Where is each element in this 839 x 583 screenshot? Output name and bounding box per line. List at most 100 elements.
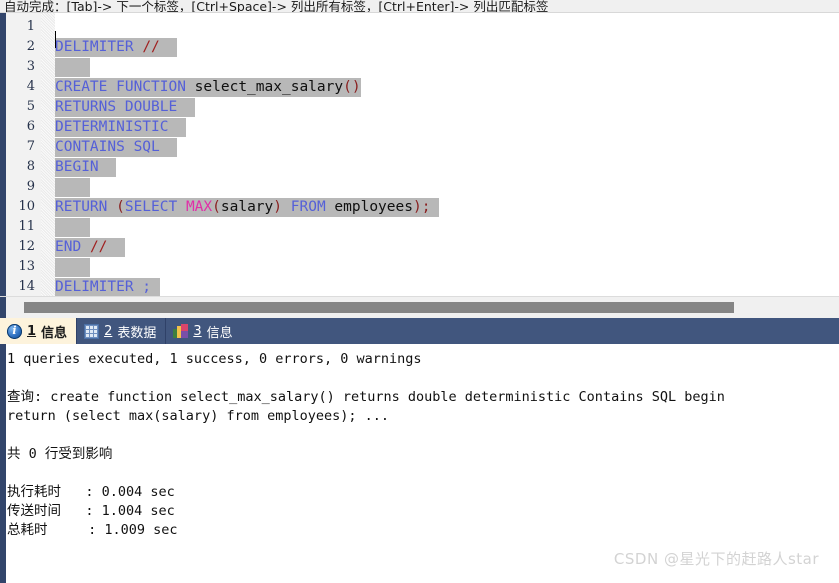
results-blank-line bbox=[7, 369, 839, 388]
results-tab-strip[interactable]: 1信息2表数据3信息 bbox=[0, 318, 839, 344]
tab-label: 信息 bbox=[206, 325, 233, 341]
selected-code-span: BEGIN bbox=[55, 158, 117, 177]
code-text-area[interactable]: DELIMITER // CREATE FUNCTION select_max_… bbox=[55, 13, 839, 296]
tab-number: 1 bbox=[27, 323, 37, 339]
scrollbar-thumb[interactable] bbox=[24, 302, 734, 313]
code-token: RETURN bbox=[55, 199, 117, 215]
code-line: CONTAINS SQL bbox=[55, 137, 178, 157]
code-line bbox=[55, 257, 90, 277]
results-blank-line bbox=[7, 464, 839, 483]
selected-code-span: DETERMINISTIC bbox=[55, 118, 186, 137]
code-token: DELIMITER bbox=[55, 39, 134, 55]
chart-icon bbox=[173, 323, 189, 339]
results-line: 执行耗时 : 0.004 sec bbox=[7, 484, 175, 500]
selected-code-span bbox=[55, 58, 90, 77]
code-fold-gutter[interactable] bbox=[41, 13, 94, 296]
code-token: // bbox=[89, 239, 108, 255]
results-line: 传送时间 : 1.004 sec bbox=[7, 503, 175, 519]
results-line: 共 0 行受到影响 bbox=[7, 446, 113, 462]
tab-3-chart[interactable]: 3 信息 bbox=[166, 318, 242, 344]
grid-icon bbox=[84, 323, 100, 339]
line-number: 5 bbox=[26, 99, 35, 114]
code-token: BEGIN bbox=[55, 159, 99, 175]
results-line: 总耗时 : 1.009 sec bbox=[7, 522, 178, 538]
code-token: END bbox=[55, 239, 82, 255]
line-number: 14 bbox=[18, 279, 35, 294]
code-token: ); bbox=[412, 199, 431, 215]
code-token: select_max_salary bbox=[185, 79, 344, 95]
scrollbar-left-rail bbox=[0, 297, 6, 319]
code-token: SELECT bbox=[124, 199, 186, 215]
sql-editor[interactable]: 1 2 3 4 5 6 7 8 9 10 11 12 13 14 DELIMITER // CREATE … bbox=[0, 13, 839, 296]
selected-code-span bbox=[55, 178, 90, 197]
csdn-watermark: CSDN @星光下的赶路人star bbox=[613, 550, 819, 568]
tab-2-grid[interactable]: 2 表数据 bbox=[77, 318, 166, 344]
code-token: // bbox=[142, 39, 160, 55]
code-line: RETURNS DOUBLE bbox=[55, 97, 195, 117]
code-token: salary bbox=[220, 199, 274, 215]
code-line: RETURN (SELECT MAX(salary) FROM employee… bbox=[55, 197, 440, 217]
code-token: DELIMITER ; bbox=[55, 279, 152, 295]
editor-horizontal-scrollbar[interactable] bbox=[0, 296, 839, 319]
code-token: FROM bbox=[290, 199, 326, 215]
code-token: RETURNS DOUBLE bbox=[55, 99, 178, 115]
code-token: () bbox=[343, 79, 361, 95]
code-line: CREATE FUNCTION select_max_salary() bbox=[55, 77, 361, 97]
line-number: 6 bbox=[26, 119, 35, 134]
results-left-rail bbox=[0, 344, 6, 583]
selected-code-span: END // bbox=[55, 238, 125, 257]
line-number: 11 bbox=[18, 219, 35, 234]
code-line: BEGIN bbox=[55, 157, 117, 177]
selected-code-span: CONTAINS SQL bbox=[55, 138, 178, 157]
autocomplete-hint-text: 自动完成：[Tab]-> 下一个标签，[Ctrl+Space]-> 列出所有标签… bbox=[4, 0, 549, 13]
line-number: 1 bbox=[26, 19, 35, 34]
code-line bbox=[55, 57, 90, 77]
code-line bbox=[55, 177, 90, 197]
results-line: return (select max(salary) from employee… bbox=[7, 408, 390, 424]
code-token: employees bbox=[325, 199, 413, 215]
code-token: DETERMINISTIC bbox=[55, 119, 169, 135]
code-line: DELIMITER ; bbox=[55, 277, 160, 296]
tab-1-info[interactable]: 1信息 bbox=[0, 318, 77, 344]
line-number: 9 bbox=[26, 179, 35, 194]
tab-label: 表数据 bbox=[117, 325, 157, 341]
line-number: 4 bbox=[26, 79, 35, 94]
selected-code-span: RETURN (SELECT MAX(salary) FROM employee… bbox=[55, 198, 440, 217]
tab-number: 2 bbox=[104, 323, 113, 339]
tab-number: 3 bbox=[193, 323, 202, 339]
results-line: 查询: create function select_max_salary() … bbox=[7, 389, 725, 405]
selected-code-span: DELIMITER ; bbox=[55, 278, 160, 296]
line-number-gutter: 1 2 3 4 5 6 7 8 9 10 11 12 13 14 bbox=[6, 13, 41, 296]
line-number: 8 bbox=[26, 159, 35, 174]
code-token: CREATE FUNCTION bbox=[55, 79, 186, 95]
code-line bbox=[55, 217, 90, 237]
line-number: 12 bbox=[18, 239, 35, 254]
tab-label: 信息 bbox=[41, 325, 68, 341]
selected-code-span bbox=[55, 258, 90, 277]
code-token: ( bbox=[116, 199, 125, 215]
results-line: 1 queries executed, 1 success, 0 errors,… bbox=[7, 351, 422, 367]
autocomplete-hint-bar: 自动完成：[Tab]-> 下一个标签，[Ctrl+Space]-> 列出所有标签… bbox=[0, 0, 839, 13]
line-number: 10 bbox=[18, 199, 35, 214]
line-number: 2 bbox=[26, 39, 35, 54]
line-number: 7 bbox=[26, 139, 35, 154]
line-number: 3 bbox=[26, 59, 35, 74]
line-number: 13 bbox=[18, 259, 35, 274]
code-line: DETERMINISTIC bbox=[55, 117, 186, 137]
code-line: END // bbox=[55, 237, 125, 257]
selected-code-span: CREATE FUNCTION select_max_salary() bbox=[55, 78, 361, 97]
selected-code-span bbox=[55, 218, 90, 237]
